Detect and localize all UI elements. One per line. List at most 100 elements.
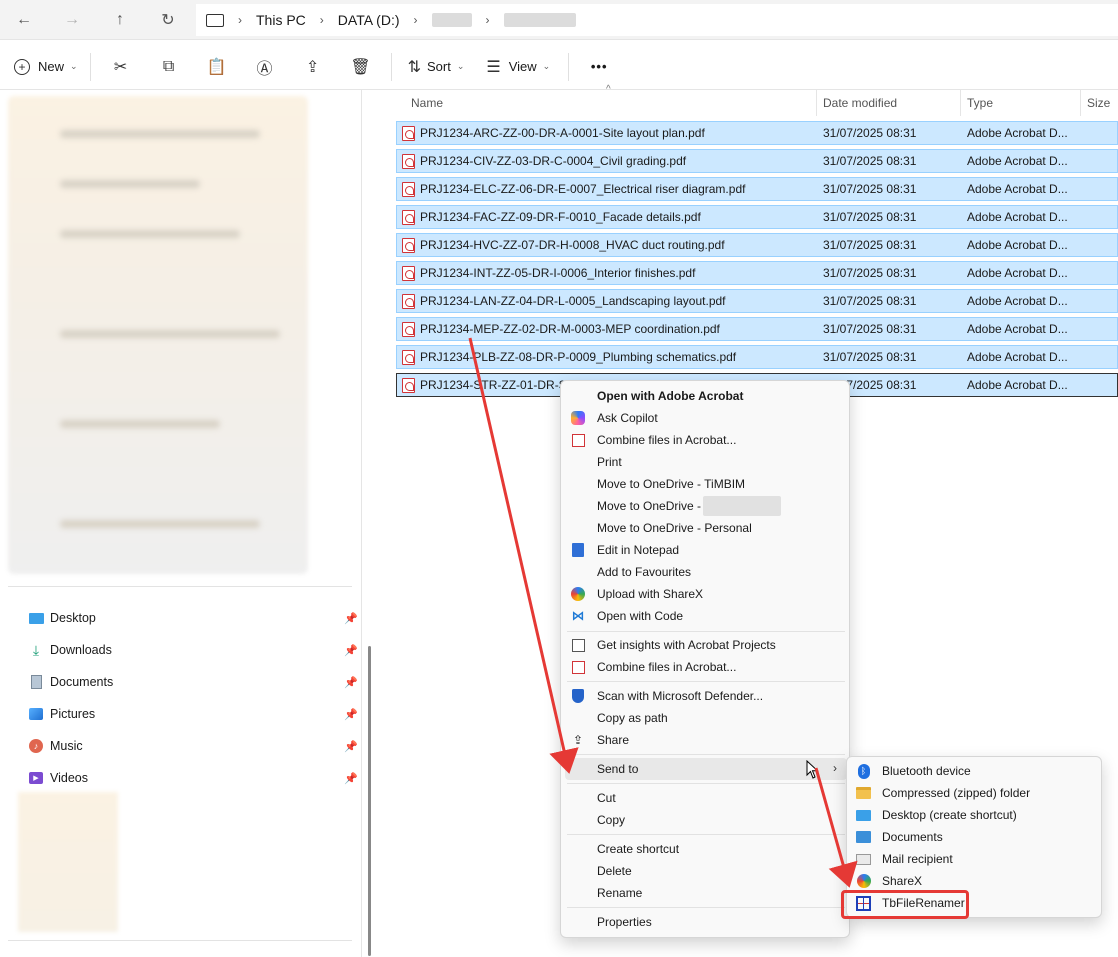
quick-access-documents[interactable]: Documents 📌 bbox=[28, 671, 358, 693]
paste-button[interactable]: 📋 bbox=[193, 50, 241, 84]
quick-access-videos[interactable]: ▶ Videos 📌 bbox=[28, 767, 358, 789]
sendto-zip-folder[interactable]: Compressed (zipped) folder bbox=[851, 782, 1099, 804]
pin-icon[interactable]: 📌 bbox=[344, 740, 358, 753]
column-divider[interactable] bbox=[960, 90, 961, 116]
file-row[interactable]: PRJ1234-INT-ZZ-05-DR-I-0006_Interior fin… bbox=[396, 261, 1118, 285]
menu-insights-acrobat[interactable]: Get insights with Acrobat Projects bbox=[565, 634, 847, 656]
sendto-sharex[interactable]: ShareX bbox=[851, 870, 1099, 892]
breadcrumb-this-pc[interactable]: This PC bbox=[256, 12, 306, 28]
sort-button[interactable]: ⇅ Sort ⌄ bbox=[398, 50, 475, 84]
menu-label: Cut bbox=[597, 791, 616, 805]
menu-move-onedrive-timbim[interactable]: Move to OneDrive - TiMBIM bbox=[565, 473, 847, 495]
pin-icon[interactable]: 📌 bbox=[344, 772, 358, 785]
menu-move-onedrive-redacted[interactable]: Move to OneDrive - bbox=[565, 495, 847, 517]
menu-combine-acrobat-2[interactable]: Combine files in Acrobat... bbox=[565, 656, 847, 678]
menu-scan-defender[interactable]: Scan with Microsoft Defender... bbox=[565, 685, 847, 707]
menu-create-shortcut[interactable]: Create shortcut bbox=[565, 838, 847, 860]
menu-print[interactable]: Print bbox=[565, 451, 847, 473]
file-row[interactable]: PRJ1234-ELC-ZZ-06-DR-E-0007_Electrical r… bbox=[396, 177, 1118, 201]
file-row[interactable]: PRJ1234-FAC-ZZ-09-DR-F-0010_Facade detai… bbox=[396, 205, 1118, 229]
pin-icon[interactable]: 📌 bbox=[344, 644, 358, 657]
file-date: 31/07/2025 08:31 bbox=[823, 182, 917, 196]
sort-label: Sort bbox=[426, 59, 451, 74]
sendto-mail[interactable]: Mail recipient bbox=[851, 848, 1099, 870]
file-date: 31/07/2025 08:31 bbox=[823, 154, 917, 168]
menu-edit-notepad[interactable]: Edit in Notepad bbox=[565, 539, 847, 561]
breadcrumb-redacted[interactable] bbox=[503, 13, 576, 27]
view-button[interactable]: ☰ View ⌄ bbox=[474, 50, 562, 84]
file-row[interactable]: PRJ1234-LAN-ZZ-04-DR-L-0005_Landscaping … bbox=[396, 289, 1118, 313]
refresh-button[interactable]: ↻ bbox=[144, 2, 192, 38]
menu-label: Scan with Microsoft Defender... bbox=[597, 689, 764, 703]
breadcrumb-data-drive[interactable]: DATA (D:) bbox=[338, 12, 400, 28]
navigation-scrollbar[interactable] bbox=[368, 646, 371, 956]
menu-share[interactable]: ⇪ Share bbox=[565, 729, 847, 751]
column-divider[interactable] bbox=[816, 90, 817, 116]
submenu-label: Compressed (zipped) folder bbox=[882, 786, 1031, 800]
menu-upload-sharex[interactable]: Upload with ShareX bbox=[565, 583, 847, 605]
up-button[interactable]: ↑ bbox=[96, 2, 144, 38]
file-row[interactable]: PRJ1234-ARC-ZZ-00-DR-A-0001-Site layout … bbox=[396, 121, 1118, 145]
desktop-icon bbox=[28, 610, 44, 626]
pin-icon[interactable]: 📌 bbox=[344, 612, 358, 625]
quick-access-downloads[interactable]: ⤓ Downloads 📌 bbox=[28, 639, 358, 661]
back-button[interactable]: ← bbox=[0, 2, 48, 38]
copy-button[interactable]: ⧉ bbox=[145, 50, 193, 84]
column-header-date[interactable]: Date modified bbox=[823, 96, 897, 110]
pin-icon[interactable]: 📌 bbox=[344, 676, 358, 689]
file-row[interactable]: PRJ1234-CIV-ZZ-03-DR-C-0004_Civil gradin… bbox=[396, 149, 1118, 173]
cut-button[interactable]: ✂ bbox=[97, 50, 145, 84]
column-divider[interactable] bbox=[1080, 90, 1081, 116]
forward-button[interactable]: → bbox=[48, 2, 96, 38]
quick-access-desktop[interactable]: Desktop 📌 bbox=[28, 607, 358, 629]
menu-combine-acrobat[interactable]: Combine files in Acrobat... bbox=[565, 429, 847, 451]
menu-properties[interactable]: Properties bbox=[565, 911, 847, 933]
menu-open-code[interactable]: ⋈ Open with Code bbox=[565, 605, 847, 627]
file-name: PRJ1234-MEP-ZZ-02-DR-M-0003-MEP coordina… bbox=[420, 322, 720, 336]
menu-ask-copilot[interactable]: Ask Copilot bbox=[565, 407, 847, 429]
menu-delete[interactable]: Delete bbox=[565, 860, 847, 882]
quick-access-pictures[interactable]: Pictures 📌 bbox=[28, 703, 358, 725]
file-row[interactable]: PRJ1234-MEP-ZZ-02-DR-M-0003-MEP coordina… bbox=[396, 317, 1118, 341]
column-header-size[interactable]: Size bbox=[1087, 96, 1110, 110]
breadcrumb-redacted[interactable] bbox=[431, 13, 472, 27]
column-header-name[interactable]: Name bbox=[411, 96, 443, 110]
desktop-icon bbox=[855, 807, 872, 823]
pin-icon[interactable]: 📌 bbox=[344, 708, 358, 721]
sendto-desktop[interactable]: Desktop (create shortcut) bbox=[851, 804, 1099, 826]
view-label: View bbox=[508, 59, 537, 74]
pdf-file-icon bbox=[402, 294, 415, 309]
quick-access-label: Documents bbox=[50, 675, 114, 689]
delete-button[interactable]: 🗑 bbox=[337, 50, 385, 84]
quick-access-label: Music bbox=[50, 739, 83, 753]
share-button[interactable]: ⇪ bbox=[289, 50, 337, 84]
sendto-documents[interactable]: Documents bbox=[851, 826, 1099, 848]
new-button[interactable]: + New ⌄ bbox=[8, 50, 84, 84]
more-button[interactable]: ••• bbox=[575, 50, 623, 84]
breadcrumb[interactable]: › This PC › DATA (D:) › › bbox=[196, 4, 1118, 36]
picture-icon bbox=[28, 706, 44, 722]
file-row[interactable]: PRJ1234-HVC-ZZ-07-DR-H-0008_HVAC duct ro… bbox=[396, 233, 1118, 257]
menu-rename[interactable]: Rename bbox=[565, 882, 847, 904]
sendto-bluetooth[interactable]: ᛒ Bluetooth device bbox=[851, 760, 1099, 782]
mouse-cursor-icon bbox=[806, 760, 819, 779]
file-row[interactable]: PRJ1234-PLB-ZZ-08-DR-P-0009_Plumbing sch… bbox=[396, 345, 1118, 369]
menu-copy-path[interactable]: Copy as path bbox=[565, 707, 847, 729]
menu-copy[interactable]: Copy bbox=[565, 809, 847, 831]
acrobat-combine-icon bbox=[570, 432, 586, 448]
file-type: Adobe Acrobat D... bbox=[967, 266, 1068, 280]
submenu-label: Bluetooth device bbox=[882, 764, 971, 778]
divider bbox=[8, 940, 352, 941]
this-pc-icon bbox=[206, 13, 224, 27]
column-header-type[interactable]: Type bbox=[967, 96, 993, 110]
menu-cut[interactable]: Cut bbox=[565, 787, 847, 809]
menu-open-acrobat[interactable]: Open with Adobe Acrobat bbox=[565, 385, 847, 407]
file-name: PRJ1234-STR-ZZ-01-DR-S- bbox=[420, 378, 571, 392]
redacted-text bbox=[703, 496, 781, 516]
rename-button[interactable]: Ⓐ bbox=[241, 50, 289, 84]
refresh-icon: ↻ bbox=[161, 11, 175, 29]
menu-move-onedrive-personal[interactable]: Move to OneDrive - Personal bbox=[565, 517, 847, 539]
quick-access-music[interactable]: ♪ Music 📌 bbox=[28, 735, 358, 757]
menu-send-to[interactable]: Send to › bbox=[565, 758, 847, 780]
menu-add-favourites[interactable]: Add to Favourites bbox=[565, 561, 847, 583]
